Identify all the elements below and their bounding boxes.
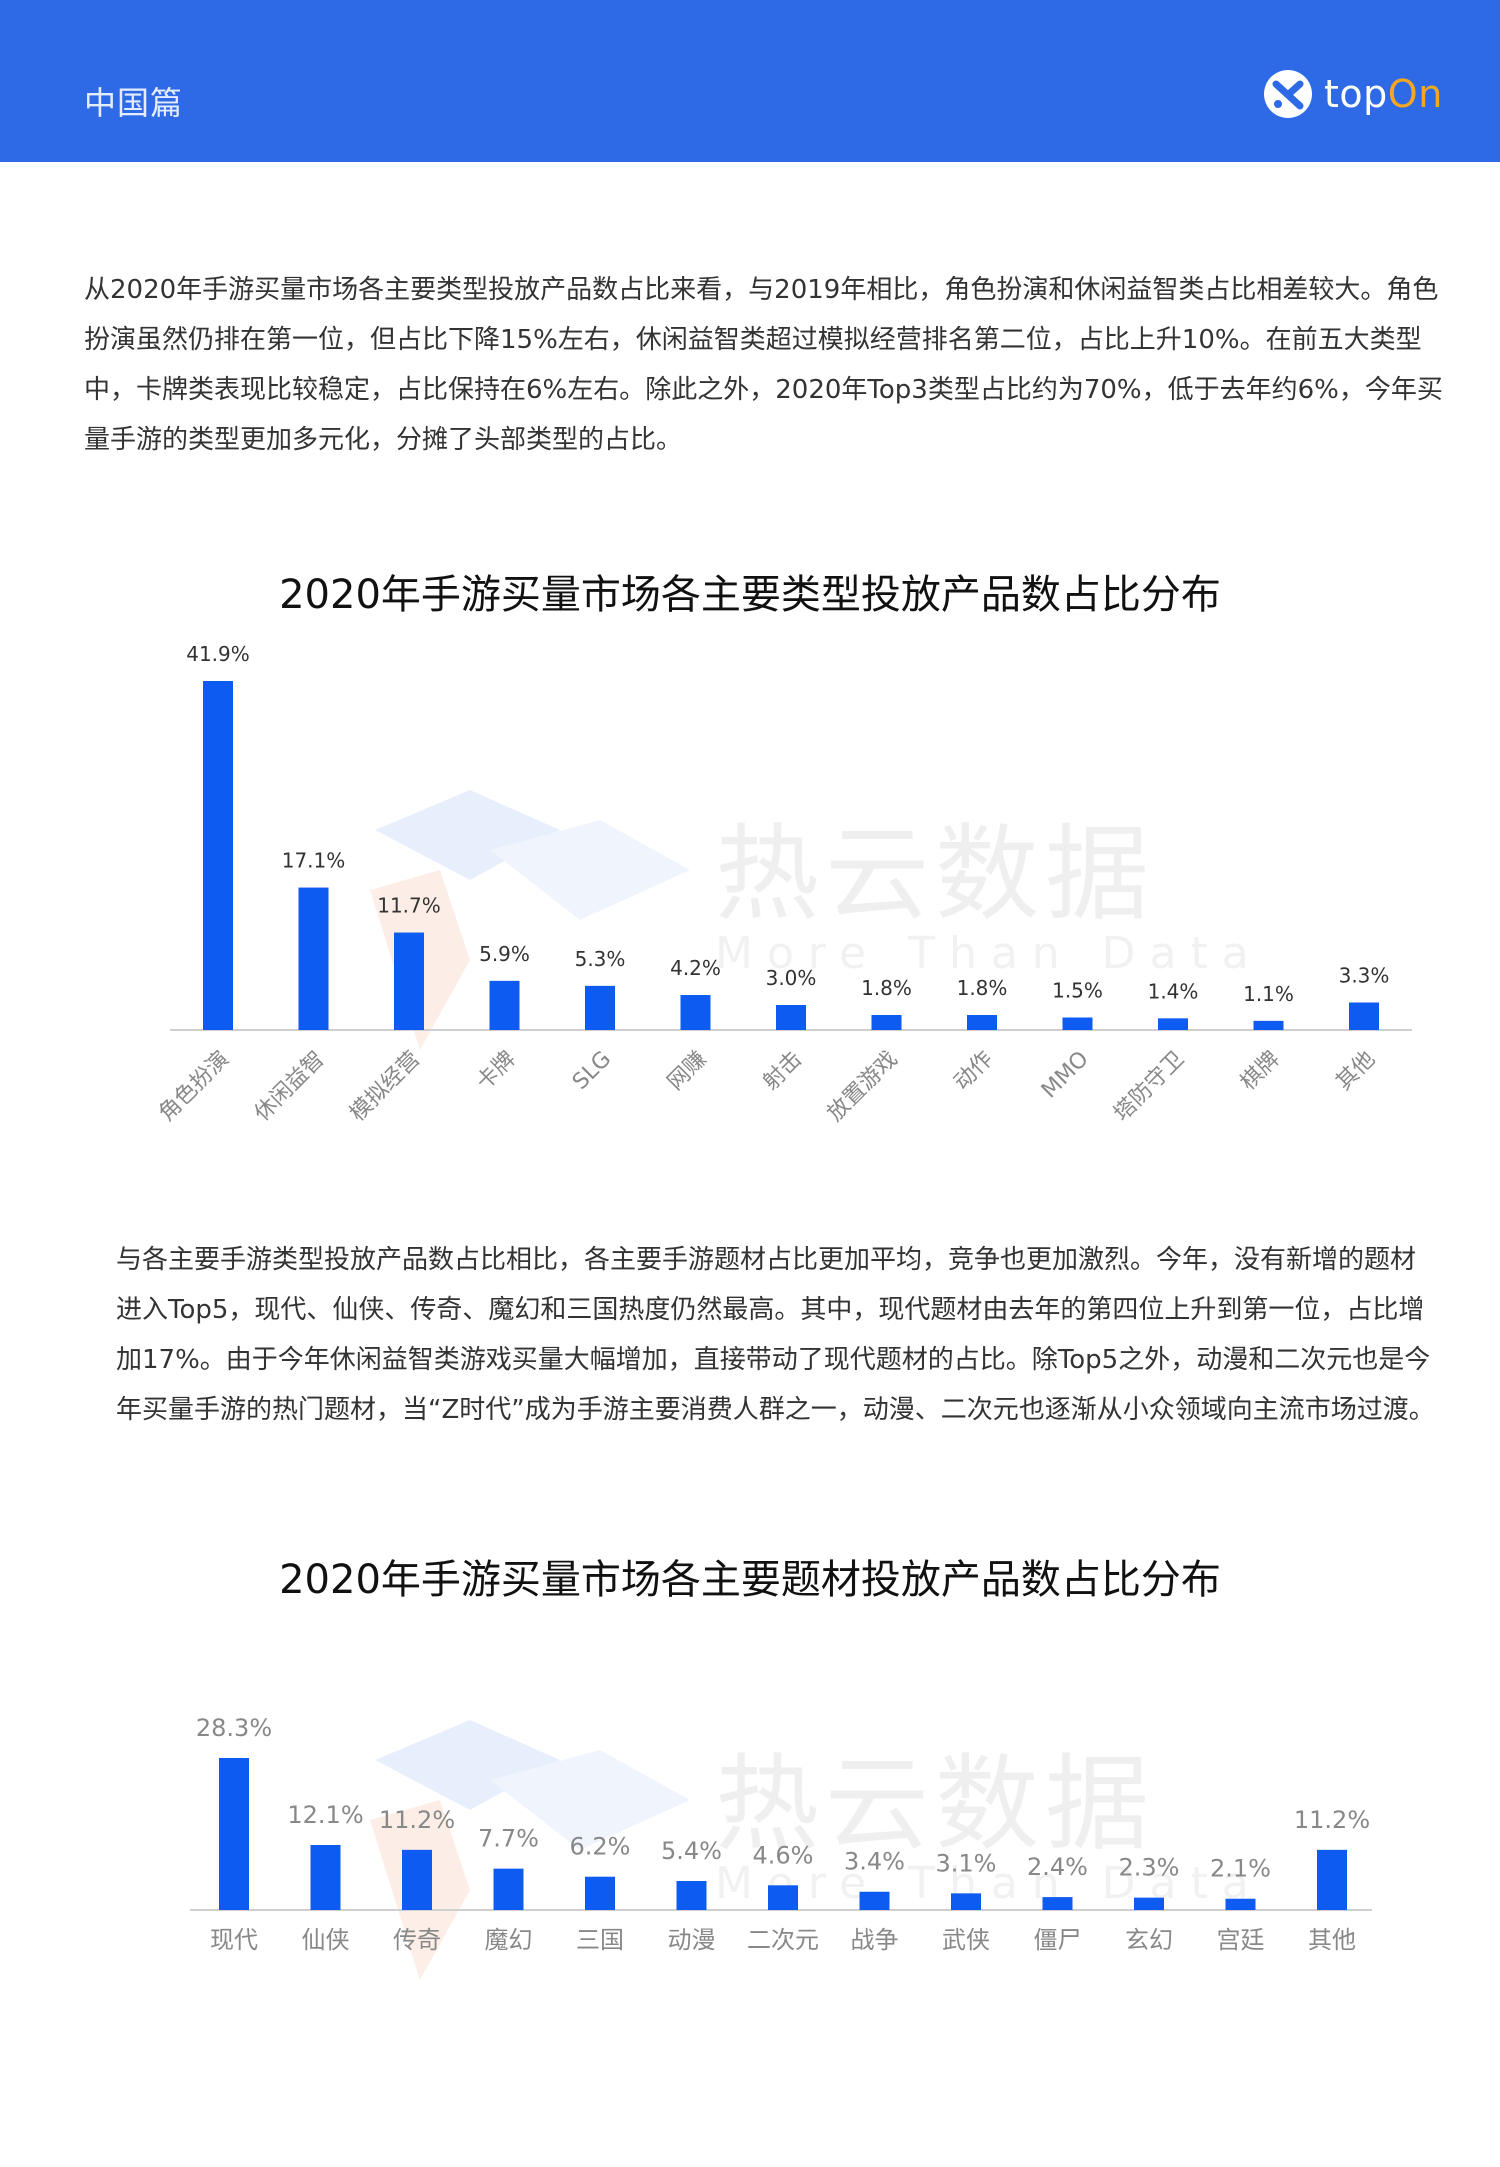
data-label: 7.7% — [478, 1825, 539, 1853]
category-label: 棋牌 — [1236, 1047, 1285, 1096]
category-label: 战争 — [851, 1926, 899, 1954]
data-label: 5.4% — [661, 1837, 722, 1865]
data-label: 11.2% — [1294, 1806, 1370, 1834]
data-label: 17.1% — [282, 849, 346, 873]
bar — [1225, 1898, 1256, 1910]
category-label: 仙侠 — [302, 1926, 350, 1954]
bar — [1253, 1020, 1284, 1030]
data-label: 1.5% — [1052, 979, 1103, 1003]
data-label: 2.3% — [1119, 1854, 1180, 1882]
category-label: MMO — [1037, 1047, 1094, 1104]
brand-name-top: top — [1324, 72, 1388, 116]
chart-title-theme: 2020年手游买量市场各主要题材投放产品数占比分布 — [279, 1557, 1221, 1603]
data-label: 1.8% — [957, 976, 1008, 1000]
category-label: 僵尸 — [1034, 1926, 1082, 1954]
category-label: 动作 — [949, 1047, 998, 1096]
data-label: 4.2% — [670, 956, 721, 980]
bar — [402, 1849, 432, 1910]
topon-logo-icon — [1264, 70, 1312, 118]
category-label: 现代 — [210, 1926, 258, 1954]
category-label: 其他 — [1331, 1047, 1380, 1096]
data-label: 1.1% — [1243, 982, 1294, 1006]
category-label: 动漫 — [668, 1926, 716, 1954]
bar — [768, 1885, 798, 1910]
data-label: 3.0% — [766, 966, 817, 990]
data-label: 5.3% — [575, 947, 626, 971]
category-label: 休闲益智 — [250, 1047, 330, 1127]
data-label: 3.1% — [936, 1849, 997, 1877]
brand-name: topOn — [1324, 72, 1443, 116]
bar — [489, 980, 520, 1030]
data-label: 2.4% — [1027, 1853, 1088, 1881]
data-label: 4.6% — [753, 1841, 814, 1869]
category-label: 射击 — [758, 1047, 807, 1096]
chart-title-genre: 2020年手游买量市场各主要类型投放产品数占比分布 — [279, 572, 1221, 618]
page-header: 中国篇 topOn — [0, 0, 1500, 162]
data-label: 5.9% — [479, 942, 530, 966]
bar — [585, 1876, 615, 1910]
category-label: 角色扮演 — [154, 1047, 234, 1127]
bar — [585, 985, 615, 1030]
bar — [1158, 1018, 1188, 1030]
genre-share-bar-chart: 热云数据More Than Data41.9%角色扮演17.1%休闲益智11.7… — [154, 642, 1412, 1127]
bar — [680, 995, 711, 1030]
bar — [1134, 1897, 1164, 1910]
bar — [1349, 1002, 1379, 1030]
theme-share-bar-chart: 热云数据More Than Data28.3%现代12.1%仙侠11.2%传奇7… — [190, 1714, 1372, 1980]
bar — [676, 1880, 707, 1910]
data-label: 28.3% — [196, 1714, 272, 1742]
category-label: 模拟经营 — [345, 1047, 425, 1127]
category-label: 塔防守卫 — [1109, 1047, 1189, 1127]
data-label: 2.1% — [1210, 1855, 1271, 1883]
data-label: 11.7% — [377, 894, 441, 918]
bar — [871, 1015, 902, 1030]
data-label: 1.8% — [861, 976, 912, 1000]
category-label: 三国 — [576, 1926, 624, 1954]
brand-name-on: On — [1387, 72, 1443, 116]
data-label: 3.4% — [844, 1848, 905, 1876]
category-label: 传奇 — [393, 1926, 441, 1954]
bar — [1042, 1897, 1073, 1910]
bar — [493, 1868, 524, 1910]
bar — [951, 1893, 981, 1910]
category-label: 二次元 — [747, 1926, 819, 1954]
bar — [298, 887, 329, 1030]
data-label: 11.2% — [379, 1806, 455, 1834]
category-label: 卡牌 — [472, 1047, 521, 1096]
bar — [219, 1758, 249, 1910]
bar — [967, 1015, 997, 1030]
watermark-cn: 热云数据 — [715, 813, 1155, 935]
bar — [859, 1891, 890, 1910]
category-label: 其他 — [1308, 1926, 1356, 1954]
bar — [1317, 1849, 1347, 1910]
category-label: 宫廷 — [1217, 1926, 1265, 1954]
bar — [1062, 1017, 1093, 1030]
bar — [394, 932, 424, 1030]
data-label: 6.2% — [570, 1833, 631, 1861]
theme-paragraph: 与各主要手游类型投放产品数占比相比，各主要手游题材占比更加平均，竞争也更加激烈。… — [116, 1245, 1435, 1425]
category-label: SLG — [568, 1047, 616, 1095]
bar — [203, 681, 233, 1030]
brand-logo: topOn — [1262, 66, 1443, 122]
bar — [310, 1845, 341, 1910]
category-label: 玄幻 — [1125, 1926, 1173, 1954]
category-label: 放置游戏 — [823, 1047, 903, 1127]
category-label: 魔幻 — [485, 1926, 533, 1954]
data-label: 12.1% — [287, 1801, 363, 1829]
intro-paragraph: 从2020年手游买量市场各主要类型投放产品数占比来看，与2019年相比，角色扮演… — [84, 275, 1443, 455]
section-title: 中国篇 — [84, 84, 184, 122]
bar — [776, 1005, 806, 1030]
category-label: 网赚 — [663, 1047, 712, 1096]
data-label: 1.4% — [1148, 979, 1199, 1003]
category-label: 武侠 — [942, 1926, 990, 1954]
data-label: 41.9% — [186, 642, 250, 666]
data-label: 3.3% — [1339, 964, 1390, 988]
